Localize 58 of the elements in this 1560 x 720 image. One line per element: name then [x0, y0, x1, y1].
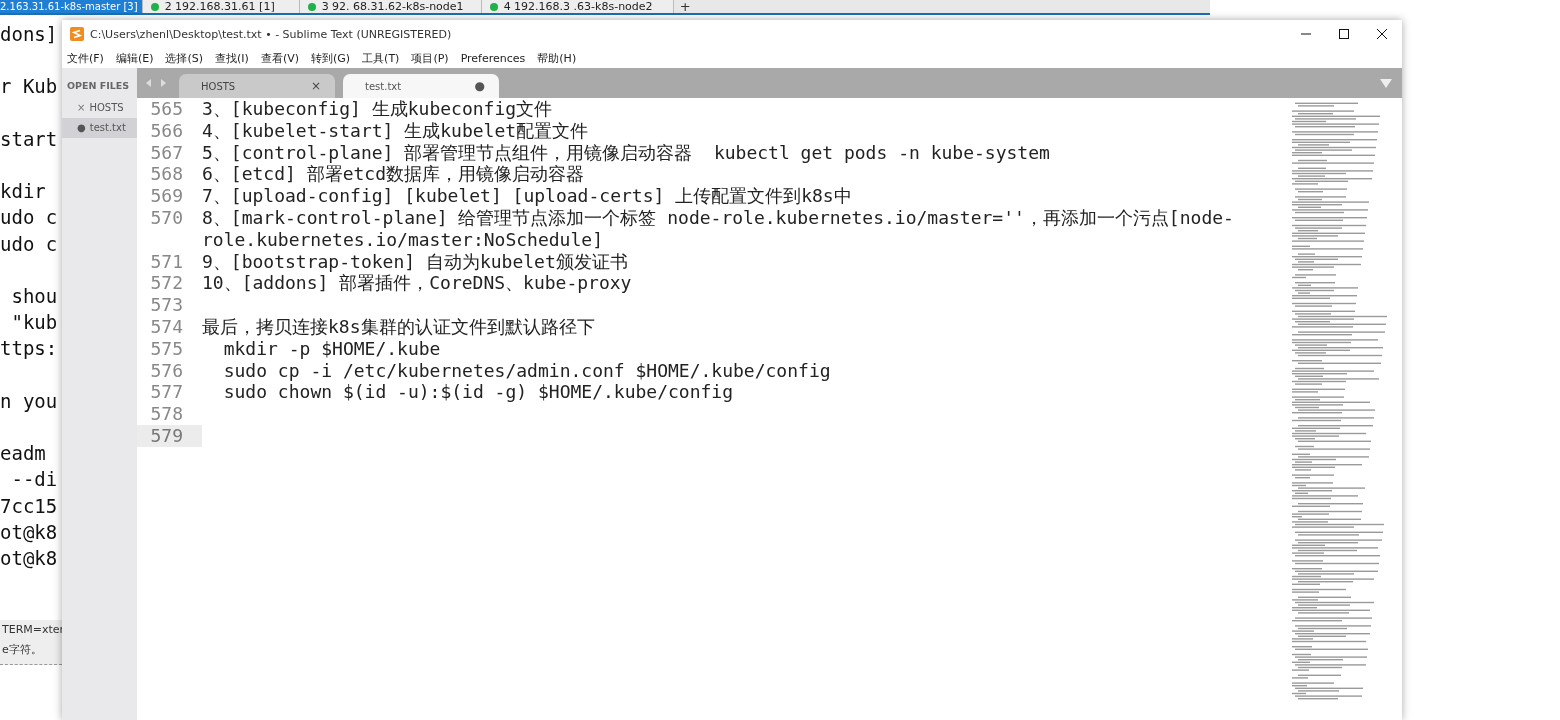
code-line: mkdir -p $HOME/.kube — [222, 337, 442, 360]
terminal-output: dons] r Kub start kdir udo c udo c shou "kub ttps: n you eadm --di 7cc15 ot@k8 ot@k8 — [0, 22, 59, 572]
line-number: 572 — [149, 272, 184, 295]
status-dot — [489, 2, 498, 11]
status-dot — [150, 2, 159, 11]
menu-item[interactable]: 查看(V) — [260, 50, 299, 66]
dropdown-icon[interactable] — [1380, 78, 1392, 88]
line-number: 570 — [149, 207, 184, 230]
menu-item[interactable]: 编辑(E) — [115, 50, 154, 66]
line-number: 569 — [149, 185, 184, 207]
line-number: 577 — [149, 381, 184, 404]
code-line: 4、[kubelet-start] 生成kubelet配置文件 — [202, 119, 590, 142]
menu-item[interactable]: Preferences — [460, 51, 526, 65]
maximize-icon[interactable] — [1338, 28, 1350, 40]
menu-item[interactable]: 查找(I) — [215, 50, 249, 66]
sidebar-item[interactable]: ● test.txt — [62, 118, 137, 138]
file-tab[interactable]: test.txt ● — [343, 74, 499, 98]
code-line: sudo chown $(id -u):$(id -g) $HOME/.kube/config — [222, 381, 735, 404]
status-text: TERM=xter — [1, 622, 62, 638]
code-line: 8、[mark-control-plane] 给管理节点添加一个标签 node-role.kubernetes.io/master=''，再添加一个污点[node-role.kubernetes.io/master:NoSchedule] — [202, 207, 1235, 251]
close-icon[interactable] — [1376, 28, 1388, 40]
terminal-tab[interactable]: 3 92. 68.31.62-k8s-node1 — [299, 0, 482, 13]
code-line: 3、[kubeconfig] 生成kubeconfig文件 — [202, 98, 554, 120]
line-number: 578 — [149, 403, 184, 425]
line-number: 573 — [149, 294, 184, 316]
line-number: 571 — [149, 250, 184, 273]
code-line: 5、[control-plane] 部署管理节点组件，用镜像启动容器 kubectl get pods -n kube-system — [202, 141, 1051, 164]
code-line: sudo cp -i /etc/kubernetes/admin.conf $HOME/.kube/config — [222, 359, 832, 382]
window-title: C:\Users\zhenl\Desktop\test.txt • - Sublime Text (UNREGISTERED) — [90, 27, 452, 41]
code-line: 9、[bootstrap-token] 自动为kubelet颁发证书 — [202, 250, 629, 273]
line-number: 565 — [149, 98, 184, 120]
menu-item[interactable]: 转到(G) — [311, 50, 351, 66]
terminal-tab[interactable]: 4 192.168.3 .63-k8s-node2 — [481, 0, 674, 13]
menu-item[interactable]: 文件(F) — [67, 50, 104, 66]
line-number: 568 — [149, 163, 184, 186]
line-number: 576 — [149, 359, 184, 382]
code-line: 7、[upload-config] [kubelet] [upload-certs] 上传配置文件到k8s中 — [202, 185, 853, 207]
status-text: e字符。 — [1, 642, 43, 658]
line-number: 579 — [137, 424, 202, 447]
code-line: 10、[addons] 部署插件，CoreDNS、kube-proxy — [202, 272, 633, 295]
code-line: 6、[etcd] 部署etcd数据库，用镜像启动容器 — [202, 163, 586, 186]
menu-item[interactable]: 工具(T) — [362, 50, 400, 66]
status-dot — [307, 2, 316, 11]
menu-item[interactable]: 项目(P) — [411, 50, 449, 66]
app-icon — [70, 27, 84, 41]
terminal-tab[interactable]: 2.163.31.61-k8s-master [3] — [0, 0, 143, 13]
terminal-tab[interactable]: 2 192.168.31.61 [1] — [142, 0, 300, 13]
line-number: 575 — [149, 337, 184, 360]
menu-item[interactable]: 帮助(H) — [537, 50, 577, 66]
line-number: 574 — [149, 315, 184, 338]
file-tab[interactable]: HOSTS × — [179, 74, 335, 98]
menu-item[interactable]: 选择(S) — [165, 50, 204, 66]
sidebar-item[interactable]: × HOSTS — [62, 98, 137, 118]
sidebar-heading: OPEN FILES — [66, 79, 131, 93]
code-line: 最后，拷贝连接k8s集群的认证文件到默认路径下 — [202, 315, 596, 338]
new-tab-button[interactable]: + — [673, 0, 697, 13]
line-number: 567 — [149, 141, 184, 164]
line-number: 566 — [149, 119, 184, 142]
